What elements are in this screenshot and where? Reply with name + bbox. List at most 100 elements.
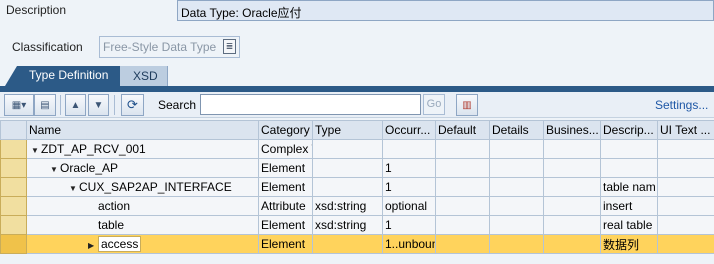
search-input[interactable] (200, 94, 421, 115)
business-cell[interactable] (543, 196, 601, 216)
go-button[interactable]: Go (423, 94, 445, 115)
type-cell[interactable] (312, 234, 383, 254)
default-cell[interactable] (435, 234, 490, 254)
default-cell[interactable] (435, 158, 490, 178)
column-header-business[interactable]: Busines... (543, 120, 601, 140)
refresh-button[interactable]: ⟳ (121, 94, 144, 116)
row-selector[interactable] (0, 177, 27, 197)
description-cell[interactable]: table nam (600, 177, 658, 197)
node-name: CUX_SAP2AP_INTERFACE (79, 180, 232, 194)
description-cell[interactable]: real table (600, 215, 658, 235)
column-header-name[interactable]: Name (26, 120, 259, 140)
table-row[interactable]: ▶accessElement 1..unbounded 数据列 (0, 234, 714, 254)
tab-xsd[interactable]: XSD (120, 66, 168, 86)
arrow-up-icon: ▲ (70, 99, 81, 111)
dropdown-list-icon[interactable]: ≣ (223, 39, 236, 54)
name-cell[interactable]: action (26, 196, 259, 216)
category-cell[interactable]: Element (258, 158, 313, 178)
business-cell[interactable] (543, 234, 601, 254)
table-row[interactable]: table Element xsd:string 1 real table (0, 215, 714, 235)
name-cell[interactable]: ▶ access (26, 234, 259, 254)
node-name: Oracle_AP (60, 161, 119, 175)
expanded-triangle-icon[interactable]: ▼ (31, 146, 41, 155)
column-header-occurrence[interactable]: Occurr... (382, 120, 436, 140)
table-row[interactable]: action Attribute xsd:string optional insert (0, 196, 714, 216)
ui-text-cell[interactable] (657, 215, 714, 235)
classification-dropdown[interactable]: Free-Style Data Type (99, 36, 240, 58)
classification-label: Classification (12, 40, 83, 54)
row-selector[interactable] (0, 196, 27, 216)
description-cell[interactable] (600, 139, 658, 159)
insert-row-menu-button[interactable]: ▦▾ (4, 94, 34, 116)
table-row[interactable]: ▼ Oracle_AP Element 1 (0, 158, 714, 178)
details-cell[interactable] (489, 196, 544, 216)
move-up-button[interactable]: ▲ (65, 94, 86, 116)
category-cell[interactable]: Element (258, 177, 313, 197)
occurrence-cell[interactable]: optional (382, 196, 436, 216)
name-cell[interactable]: ▼ ZDT_AP_RCV_001 (26, 139, 259, 159)
select-all-cell[interactable] (0, 120, 27, 140)
type-cell[interactable] (312, 158, 383, 178)
occurrence-cell[interactable]: 1..unbounded (382, 234, 436, 254)
table-row[interactable]: ▼ZDT_AP_RCV_001Complex Type (0, 139, 714, 159)
default-cell[interactable] (435, 139, 490, 159)
details-cell[interactable] (489, 177, 544, 197)
occurrence-cell[interactable]: 1 (382, 177, 436, 197)
description-field[interactable]: Data Type: Oracle应付 (177, 0, 714, 21)
category-cell[interactable]: Complex Type (258, 139, 313, 159)
description-cell[interactable]: 数据列 (600, 234, 658, 254)
row-selector[interactable] (0, 234, 27, 254)
type-cell[interactable]: xsd:string (312, 196, 383, 216)
type-cell[interactable]: xsd:string (312, 215, 383, 235)
type-cell[interactable] (312, 139, 383, 159)
description-cell[interactable] (600, 158, 658, 178)
business-cell[interactable] (543, 139, 601, 159)
column-header-ui-text[interactable]: UI Text ... (657, 120, 714, 140)
business-cell[interactable] (543, 215, 601, 235)
category-cell[interactable]: Element (258, 215, 313, 235)
arrow-down-icon: ▼ (93, 99, 104, 111)
layout-settings-button[interactable]: ▥ (456, 94, 478, 116)
ui-text-cell[interactable] (657, 158, 714, 178)
table-row[interactable]: ▼ CUX_SAP2AP_INTERFACE Element 1 table nam (0, 177, 714, 197)
business-cell[interactable] (543, 158, 601, 178)
ui-text-cell[interactable] (657, 196, 714, 216)
tab-type-definition[interactable]: Type Definition (5, 66, 123, 86)
occurrence-cell[interactable]: 1 (382, 158, 436, 178)
ui-text-cell[interactable] (657, 234, 714, 254)
column-header-description[interactable]: Descrip... (600, 120, 658, 140)
details-cell[interactable] (489, 139, 544, 159)
ui-text-cell[interactable] (657, 139, 714, 159)
default-cell[interactable] (435, 177, 490, 197)
business-cell[interactable] (543, 177, 601, 197)
ui-text-cell[interactable] (657, 177, 714, 197)
column-header-category[interactable]: Category (258, 120, 313, 140)
name-cell[interactable]: ▼ Oracle_AP (26, 158, 259, 178)
expanded-triangle-icon[interactable]: ▼ (50, 165, 60, 174)
row-selector[interactable] (0, 158, 27, 178)
column-header-details[interactable]: Details (489, 120, 544, 140)
collapsed-triangle-icon[interactable]: ▶ (88, 241, 98, 250)
name-cell[interactable]: ▼ CUX_SAP2AP_INTERFACE (26, 177, 259, 197)
category-cell[interactable]: Element (258, 234, 313, 254)
row-selector[interactable] (0, 215, 27, 235)
column-header-default[interactable]: Default (435, 120, 490, 140)
column-header-type[interactable]: Type (312, 120, 383, 140)
description-cell[interactable]: insert (600, 196, 658, 216)
type-cell[interactable] (312, 177, 383, 197)
category-cell[interactable]: Attribute (258, 196, 313, 216)
delete-row-button[interactable]: ▤ (34, 94, 56, 116)
occurrence-cell[interactable]: 1 (382, 215, 436, 235)
expanded-triangle-icon[interactable]: ▼ (69, 184, 79, 193)
details-cell[interactable] (489, 215, 544, 235)
occurrence-cell[interactable] (382, 139, 436, 159)
search-label: Search (158, 98, 197, 112)
default-cell[interactable] (435, 196, 490, 216)
details-cell[interactable] (489, 158, 544, 178)
name-cell[interactable]: table (26, 215, 259, 235)
move-down-button[interactable]: ▼ (88, 94, 109, 116)
row-selector[interactable] (0, 139, 27, 159)
settings-link[interactable]: Settings... (655, 98, 708, 112)
default-cell[interactable] (435, 215, 490, 235)
details-cell[interactable] (489, 234, 544, 254)
